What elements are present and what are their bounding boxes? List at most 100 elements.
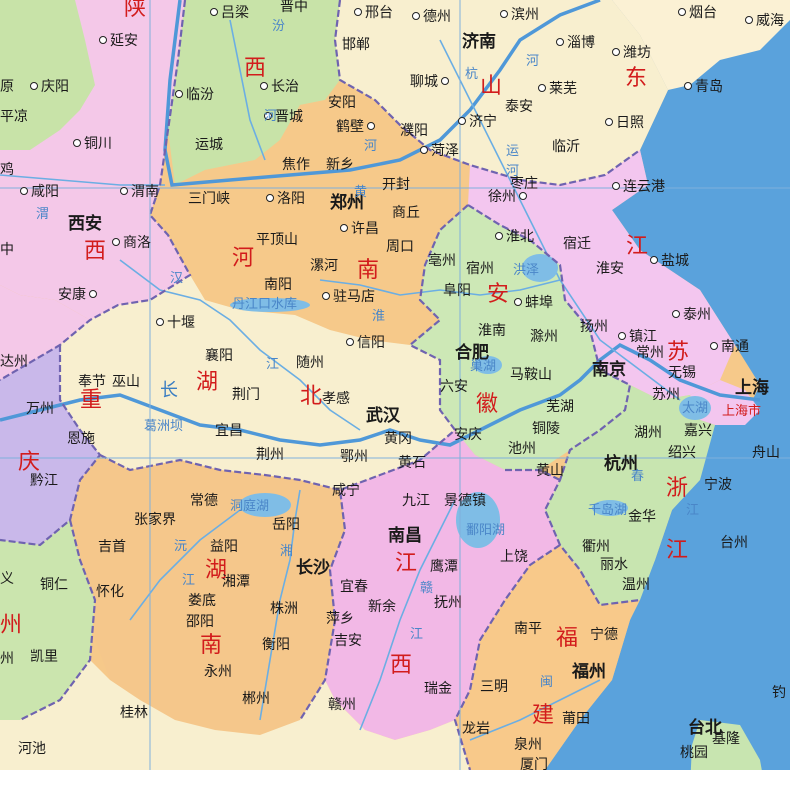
huai-river-label: 淮 (372, 309, 386, 324)
fen-river-label: 汾 (272, 19, 286, 34)
danjiangkou-label: 丹江口水库 (232, 297, 298, 312)
city-sanmenxia: 三门峡 (188, 191, 230, 207)
city-chuzhou: 滁州 (530, 329, 558, 345)
city-fuzhou-jiangxi: 抚州 (434, 595, 462, 611)
city-suzhou-jiangsu: 苏州 (652, 387, 680, 403)
province-shandong-label-1: 山 (480, 74, 503, 99)
city-huanggang: 黄冈 (384, 431, 412, 447)
city-yongzhou: 永州 (204, 664, 232, 680)
city-maanshan: 马鞍山 (510, 367, 552, 383)
city-xiangtan: 湘潭 (222, 574, 250, 590)
city-tongren: 铜仁 (40, 577, 68, 593)
city-luoyang: 洛阳 (266, 192, 305, 206)
city-qianjiang: 黔江 (30, 473, 58, 489)
city-anqing: 安庆 (454, 427, 482, 443)
taihu-lake-label: 太湖 (682, 401, 709, 416)
city-handan: 邯郸 (342, 37, 370, 53)
province-shandong-label-2: 东 (625, 66, 648, 91)
city-shangqiu: 商丘 (392, 205, 420, 221)
city-pingdingshan: 平顶山 (256, 232, 298, 248)
city-zhong: 中 (0, 242, 14, 258)
city-jinhua: 金华 (628, 509, 656, 525)
yuan-river-label: 沅 (174, 539, 188, 554)
city-nanyang: 南阳 (264, 277, 292, 293)
city-qingdao: 青岛 (684, 80, 723, 94)
city-huaibei: 淮北 (495, 230, 534, 244)
province-jiangsu-label-2: 苏 (667, 340, 690, 365)
city-wuxi: 无锡 (668, 365, 696, 381)
canal-label-2: 河 (506, 164, 520, 179)
city-fuyang: 阜阳 (443, 283, 471, 299)
city-wenzhou: 温州 (622, 577, 650, 593)
city-jingmen: 荆门 (232, 387, 260, 403)
city-ningde: 宁德 (590, 627, 618, 643)
city-weihai: 威海 (745, 14, 784, 28)
city-taoyuan: 桃园 (680, 745, 708, 761)
province-shaanxi-label: 陕 (124, 0, 147, 21)
city-zhoukou: 周口 (386, 239, 414, 255)
city-tongling: 铜陵 (532, 421, 560, 437)
city-ezhou: 鄂州 (340, 449, 368, 465)
city-taian: 泰安 (505, 99, 533, 115)
city-lianyungang: 连云港 (612, 180, 665, 194)
chaohu-lake-label: 巢湖 (470, 359, 497, 374)
city-hechi: 河池 (18, 741, 46, 757)
city-huangshi: 黄石 (398, 455, 426, 471)
city-pingxiang: 萍乡 (326, 611, 354, 627)
city-yichang: 宜昌 (215, 423, 243, 439)
capital-wuhan: 武汉 (366, 406, 400, 426)
city-laiwu: 莱芜 (538, 82, 577, 96)
city-zibo: 淄博 (556, 36, 595, 50)
han-river-label: 汉 (170, 271, 184, 286)
city-linfen: 临汾 (175, 88, 214, 102)
city-suizhou: 随州 (296, 355, 324, 371)
city-jinzhong: 晋中 (280, 0, 308, 15)
province-hubei-label-1: 湖 (196, 370, 219, 395)
city-puyang: 濮阳 (400, 123, 428, 139)
city-shaoyang: 邵阳 (186, 614, 214, 630)
city-dezhou: 德州 (412, 10, 451, 24)
city-rizhao: 日照 (605, 116, 644, 130)
wei-river-label: 渭 (36, 207, 50, 222)
gan-river-label: 赣 (420, 581, 434, 596)
city-baoji: 鸡 (0, 162, 14, 178)
province-hubei-label-2: 北 (300, 384, 323, 409)
city-shangrao: 上饶 (500, 549, 528, 565)
city-xiangyang: 襄阳 (205, 348, 233, 364)
province-chongqing-label-2: 庆 (18, 450, 41, 475)
province-fujian-label-1: 福 (556, 626, 579, 651)
city-weifang: 潍坊 (612, 46, 651, 60)
city-huaian: 淮安 (596, 261, 624, 277)
city-yuncheng: 运城 (195, 137, 223, 153)
city-nanping: 南平 (514, 621, 542, 637)
capital-shanghai: 上海 (735, 378, 769, 398)
city-jining: 济宁 (458, 115, 497, 129)
city-wanzhou: 万州 (26, 401, 54, 417)
city-shiyan: 十堰 (156, 316, 195, 330)
city-pingliang: 平凉 (0, 109, 28, 125)
province-zhejiang-label-2: 江 (666, 538, 689, 563)
city-hengyang: 衡阳 (262, 637, 290, 653)
city-yuan: 原 (0, 79, 14, 95)
city-zhou: 州 (0, 651, 14, 667)
city-xianyang: 咸阳 (20, 185, 59, 199)
capital-nanjing: 南京 (592, 360, 626, 380)
capital-fuzhou: 福州 (572, 662, 606, 682)
city-suqian: 宿迁 (563, 236, 591, 252)
province-jiangxi-label-2: 西 (390, 653, 413, 678)
city-hebi: 鹤壁 (336, 120, 378, 134)
province-shaanxi-label-2: 西 (84, 239, 107, 264)
province-fujian-label-2: 建 (532, 703, 555, 728)
yellow-river-label-2: 河 (526, 54, 540, 69)
city-zhuzhou: 株洲 (270, 601, 298, 617)
province-shanxi-label: 西 (244, 56, 267, 81)
city-zhenjiang: 镇江 (618, 330, 657, 344)
city-nantong: 南通 (710, 340, 749, 354)
river-label-jiang-1: 江 (182, 573, 196, 588)
city-lvliang: 吕梁 (210, 6, 249, 20)
city-yichun: 宜春 (340, 579, 368, 595)
city-xingtai: 邢台 (354, 6, 393, 20)
city-kaifeng: 开封 (382, 177, 410, 193)
city-shaoxing: 绍兴 (668, 445, 696, 461)
city-fengjie: 奉节 (78, 374, 106, 390)
